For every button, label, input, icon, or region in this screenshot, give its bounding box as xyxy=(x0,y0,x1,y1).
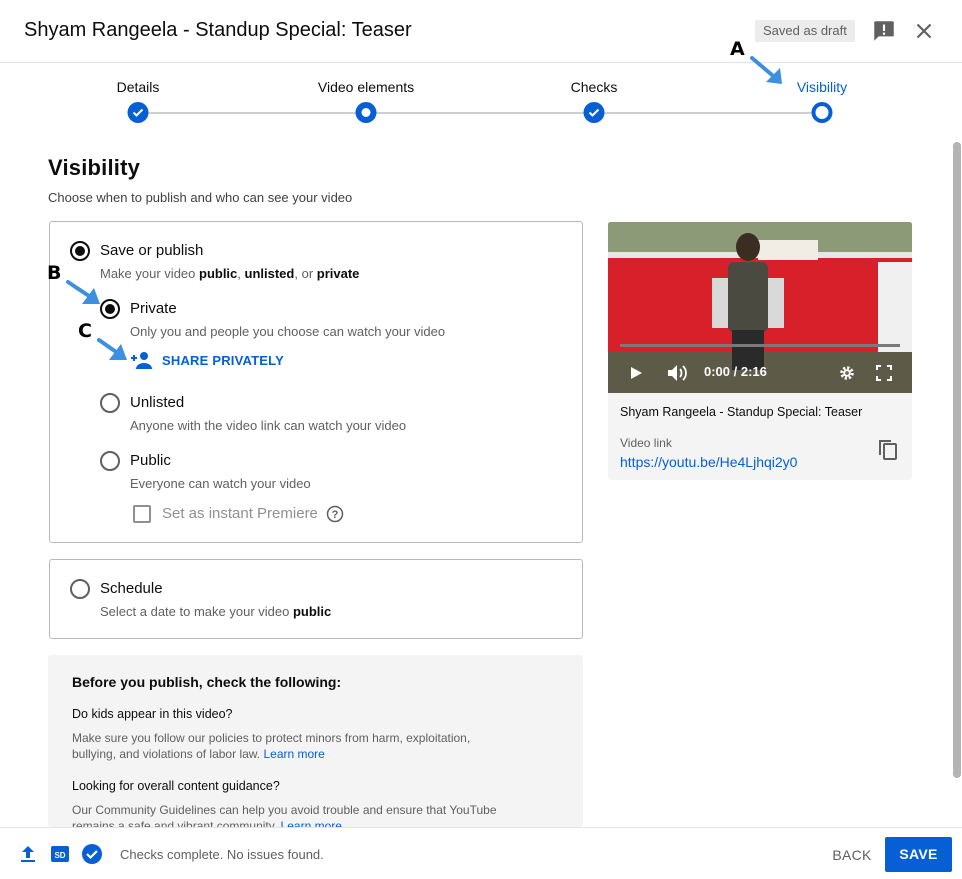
annotation-marker-b: B xyxy=(47,262,62,284)
volume-icon[interactable] xyxy=(666,363,688,383)
dialog-footer: SD Checks complete. No issues found. BAC… xyxy=(0,827,962,879)
svg-text:SD: SD xyxy=(54,851,65,860)
copy-icon[interactable] xyxy=(876,438,900,462)
step-label-details[interactable]: Details xyxy=(117,79,160,95)
close-icon[interactable] xyxy=(911,18,937,44)
video-preview-card: 0:00 / 2:16 Shyam Rangeela - Standup Spe… xyxy=(608,222,912,480)
checks-complete-icon[interactable] xyxy=(81,843,103,865)
add-person-icon xyxy=(131,352,152,369)
public-radio[interactable] xyxy=(100,451,120,471)
private-desc: Only you and people you choose can watch… xyxy=(130,324,446,339)
help-icon[interactable]: ? xyxy=(326,505,344,523)
step-checks-check-icon[interactable] xyxy=(583,102,605,123)
save-button[interactable]: SAVE xyxy=(885,837,952,872)
checklist-question-kids: Do kids appear in this video? xyxy=(72,707,233,721)
fullscreen-icon[interactable] xyxy=(876,365,892,381)
upload-icon[interactable] xyxy=(18,844,38,864)
scrollbar-thumb[interactable] xyxy=(953,142,961,778)
private-title: Private xyxy=(130,300,177,317)
unlisted-desc: Anyone with the video link can watch you… xyxy=(130,418,407,433)
schedule-card xyxy=(49,559,583,639)
schedule-title: Schedule xyxy=(100,580,163,597)
checklist-paragraph-kids: Make sure you follow our policies to pro… xyxy=(72,731,471,761)
step-video-elements-ring-icon[interactable] xyxy=(355,102,377,123)
svg-text:?: ? xyxy=(332,509,339,521)
save-or-publish-title: Save or publish xyxy=(100,242,204,259)
saved-as-draft-badge: Saved as draft xyxy=(755,20,855,42)
unlisted-radio[interactable] xyxy=(100,393,120,413)
save-or-publish-desc: Make your video public, unlisted, or pri… xyxy=(100,266,360,281)
video-title: Shyam Rangeela - Standup Special: Teaser xyxy=(620,405,863,419)
save-or-publish-radio[interactable] xyxy=(70,241,90,261)
back-button[interactable]: BACK xyxy=(826,838,878,872)
feedback-icon[interactable] xyxy=(871,18,897,44)
visibility-heading: Visibility xyxy=(48,155,141,180)
share-privately-button[interactable]: SHARE PRIVATELY xyxy=(130,348,284,372)
annotation-arrow-c-icon xyxy=(97,338,127,360)
settings-gear-icon[interactable] xyxy=(838,364,856,382)
video-link-label: Video link xyxy=(620,436,672,450)
learn-more-link-2[interactable]: Learn more xyxy=(281,819,342,827)
dialog-header: Shyam Rangeela - Standup Special: Teaser… xyxy=(0,0,962,63)
public-desc: Everyone can watch your video xyxy=(130,476,311,491)
video-player[interactable]: 0:00 / 2:16 xyxy=(608,222,912,393)
step-label-video-elements[interactable]: Video elements xyxy=(318,79,414,95)
instant-premiere-checkbox[interactable] xyxy=(133,505,151,523)
step-visibility-ring-icon[interactable] xyxy=(811,102,833,123)
dialog-title: Shyam Rangeela - Standup Special: Teaser xyxy=(24,19,412,41)
annotation-marker-a: A xyxy=(730,38,745,60)
sd-quality-icon[interactable]: SD xyxy=(50,844,70,864)
checks-status-text: Checks complete. No issues found. xyxy=(120,847,324,862)
annotation-marker-c: C xyxy=(78,320,92,342)
stepper-track xyxy=(138,112,822,114)
checklist-paragraph-guidance: Our Community Guidelines can help you av… xyxy=(72,802,502,827)
schedule-radio[interactable] xyxy=(70,579,90,599)
annotation-arrow-b-icon xyxy=(66,280,100,304)
public-title: Public xyxy=(130,452,171,469)
play-icon[interactable] xyxy=(628,365,644,381)
visibility-subtitle: Choose when to publish and who can see y… xyxy=(48,190,353,205)
checklist-title: Before you publish, check the following: xyxy=(72,674,342,690)
step-label-checks[interactable]: Checks xyxy=(571,79,618,95)
step-details-check-icon[interactable] xyxy=(127,102,149,123)
video-time: 0:00 / 2:16 xyxy=(704,364,767,379)
video-link[interactable]: https://youtu.be/He4Ljhqi2y0 xyxy=(620,454,797,470)
checklist-question-guidance: Looking for overall content guidance? xyxy=(72,779,280,793)
instant-premiere-label: Set as instant Premiere xyxy=(162,505,318,522)
learn-more-link[interactable]: Learn more xyxy=(263,747,324,761)
step-label-visibility[interactable]: Visibility xyxy=(797,79,847,95)
share-privately-label: SHARE PRIVATELY xyxy=(162,352,284,368)
annotation-arrow-a-icon xyxy=(750,56,782,84)
unlisted-title: Unlisted xyxy=(130,394,185,411)
before-publish-checklist: Before you publish, check the following:… xyxy=(48,655,583,827)
schedule-desc: Select a date to make your video public xyxy=(100,604,332,619)
